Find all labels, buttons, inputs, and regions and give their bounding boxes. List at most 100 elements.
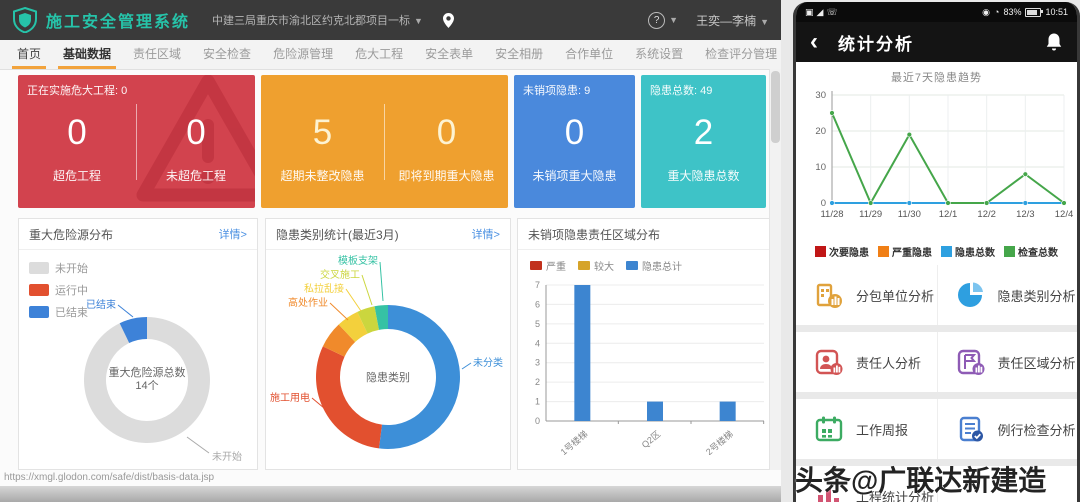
stat-label: 超危工程 (52, 169, 101, 183)
flag-chart-icon (957, 349, 984, 375)
svg-text:0: 0 (535, 416, 540, 426)
tab-responsibility-area[interactable]: 责任区域 (122, 40, 192, 69)
tab-safety-check[interactable]: 安全检查 (192, 40, 262, 69)
wifi-icon: ☏ (826, 6, 838, 17)
area-bar-chart: 0 1 2 3 4 5 6 7 1号楼梯 Q2区 2号楼梯 (535, 280, 765, 457)
trend-legend: 次要隐患 严重隐患 隐患总数 检查总数 (796, 242, 1077, 265)
mobile-app: ▣ ◢ ☏ ◉ ◔ 83% 10:51 ‹ 统计分析 最近7天隐患趋势 0 10 2… (793, 2, 1080, 502)
svg-text:30: 30 (815, 90, 826, 101)
location-pin-icon[interactable] (442, 12, 454, 28)
svg-text:未开始: 未开始 (212, 450, 242, 463)
eye-icon: ◉ (982, 6, 991, 17)
signal-icon: ◢ (816, 6, 824, 17)
pie-chart-icon (957, 282, 983, 307)
stat-label: 未销项重大隐患 (532, 169, 617, 183)
svg-text:Q2区: Q2区 (640, 429, 663, 450)
mobile-title-bar: ‹ 统计分析 (796, 22, 1077, 62)
menu-item-responsible-person-analysis[interactable]: 责任人分析 (796, 332, 937, 392)
app-title: 施工安全管理系统 (46, 14, 191, 31)
help-menu[interactable]: ? ▼ (648, 11, 678, 29)
bar-legend: 严重 较大 隐患总计 (518, 250, 780, 273)
main-nav: 首页 基础数据 责任区域 安全检查 危险源管理 危大工程 安全表单 安全相册 合… (0, 40, 1016, 88)
trend-chart-title: 最近7天隐患趋势 (890, 72, 983, 84)
stat-cards-row: 正在实施危大工程: 0 0 超危工程 0 未超危工程 5 超期未整改隐患 0 即… (18, 75, 766, 208)
svg-text:10: 10 (815, 162, 826, 173)
back-chevron-icon[interactable]: ‹ (810, 24, 818, 60)
tab-home[interactable]: 首页 (6, 40, 52, 69)
panel-open-hazard-area-distribution: 未销项隐患责任区域分布 严重 较大 隐患总计 0 1 2 3 4 5 6 7 1号楼梯 Q2区 2号楼梯… (517, 218, 781, 470)
details-link[interactable]: 详情> (219, 226, 247, 242)
svg-text:0: 0 (821, 198, 826, 209)
chevron-down-icon: ▼ (760, 16, 769, 27)
battery-percent: 83% (1003, 7, 1022, 17)
tab-system-settings[interactable]: 系统设置 (624, 40, 694, 69)
menu-item-routine-check-analysis[interactable]: 例行检查分析 (936, 399, 1078, 459)
tab-major-projects[interactable]: 危大工程 (344, 40, 414, 69)
svg-text:未分类: 未分类 (473, 356, 503, 369)
tab-partner-units[interactable]: 合作单位 (554, 40, 624, 69)
svg-text:3: 3 (535, 358, 540, 368)
tab-check-score-mgmt[interactable]: 检查评分管理 (694, 40, 788, 69)
svg-text:施工用电: 施工用电 (270, 391, 310, 404)
app-header: 施工安全管理系统 中建三局重庆市渝北区约克北郡项目一标 ▼ ? ▼ 王奕—李楠 ▼ (0, 0, 781, 40)
details-link[interactable]: 详情> (472, 226, 500, 242)
project-selector[interactable]: 中建三局重庆市渝北区约克北郡项目一标 ▼ (212, 12, 423, 28)
svg-text:11/28: 11/28 (820, 209, 843, 220)
stat-label: 重大隐患总数 (667, 169, 740, 183)
building-chart-icon (816, 283, 842, 308)
mobile-trend-section: 最近7天隐患趋势 0 10 20 30 11/28 11/29 11/30 12/1 12/2 1… (796, 62, 1077, 265)
svg-text:6: 6 (535, 299, 540, 309)
desktop-dashboard: 施工安全管理系统 中建三局重庆市渝北区约克北郡项目一标 ▼ ? ▼ 王奕—李楠 ▼ 首… (0, 0, 1016, 502)
svg-text:7: 7 (535, 280, 540, 290)
help-icon: ? (648, 11, 666, 29)
stat-value: 0 (67, 113, 87, 152)
svg-text:12/3: 12/3 (1016, 209, 1035, 220)
svg-text:重大危险源总数14个: 重大危险源总数 14个 (109, 365, 186, 392)
card-overdue-hazards: 5 超期未整改隐患 0 即将到期重大隐患 (261, 75, 508, 208)
mobile-page-title: 统计分析 (838, 34, 914, 54)
tab-safety-album[interactable]: 安全相册 (484, 40, 554, 69)
clock-time: 10:51 (1045, 7, 1068, 17)
donut-legend: 未开始 运行中 已结束 (29, 260, 88, 326)
stat-value: 0 (564, 113, 585, 152)
stat-label: 即将到期重大隐患 (398, 169, 495, 183)
panel-title: 未销项隐患责任区域分布 (528, 227, 661, 242)
watermark-text: 头条@广联达新建造 (795, 465, 1047, 496)
stat-value: 5 (312, 113, 333, 152)
svg-text:1: 1 (535, 397, 540, 407)
stat-label: 未超危工程 (165, 169, 226, 183)
svg-text:隐患类别: 隐患类别 (366, 370, 410, 384)
menu-item-responsibility-area-analysis[interactable]: 责任区域分析 (936, 332, 1078, 392)
calendar-icon (815, 416, 843, 442)
svg-text:11/29: 11/29 (859, 209, 882, 220)
trend-line-chart: 0 10 20 30 11/28 11/29 11/30 12/1 12/2 12/3 12/4 (815, 90, 1074, 220)
clipboard-check-icon (959, 416, 983, 442)
svg-text:2: 2 (535, 377, 540, 387)
svg-text:模板支架: 模板支架 (338, 254, 378, 267)
battery-icon (1025, 7, 1044, 17)
tab-safety-forms[interactable]: 安全表单 (414, 40, 484, 69)
svg-text:12/2: 12/2 (977, 209, 996, 220)
mobile-status-bar: ▣ ◢ ☏ ◉ ◔ 83% 10:51 (796, 2, 1077, 22)
menu-item-weekly-report[interactable]: 工作周报 (796, 399, 937, 459)
svg-text:私拉乱接: 私拉乱接 (304, 282, 344, 295)
card-major-hazard-total: 隐患总数: 49 2 重大隐患总数 (641, 75, 766, 208)
scrollbar-thumb[interactable] (771, 71, 780, 143)
user-menu[interactable]: 王奕—李楠 ▼ (696, 12, 769, 29)
scrollbar[interactable] (769, 69, 781, 470)
bell-icon[interactable] (1045, 32, 1063, 52)
shield-logo-icon (13, 7, 37, 33)
hazard-category-donut-chart: 隐患类别 未分类施工用电 高处作业私拉乱接交叉施工模板支架 (270, 254, 503, 449)
chevron-down-icon: ▼ (414, 16, 423, 26)
sim-icon: ▣ (805, 6, 814, 17)
tab-basic-data[interactable]: 基础数据 (52, 40, 122, 69)
stat-label: 超期未整改隐患 (280, 169, 365, 183)
bottom-strip (0, 486, 781, 502)
svg-text:12/1: 12/1 (939, 209, 958, 220)
svg-text:已结束: 已结束 (86, 298, 116, 311)
tab-hazard-source-mgmt[interactable]: 危险源管理 (262, 40, 344, 69)
menu-item-hazard-category-analysis[interactable]: 隐患类别分析 (936, 265, 1078, 325)
menu-item-subcontractor-analysis[interactable]: 分包单位分析 (796, 265, 937, 325)
card-open-major-hazards: 未销项隐患: 9 0 未销项重大隐患 (514, 75, 635, 208)
svg-text:12/4: 12/4 (1055, 209, 1074, 220)
